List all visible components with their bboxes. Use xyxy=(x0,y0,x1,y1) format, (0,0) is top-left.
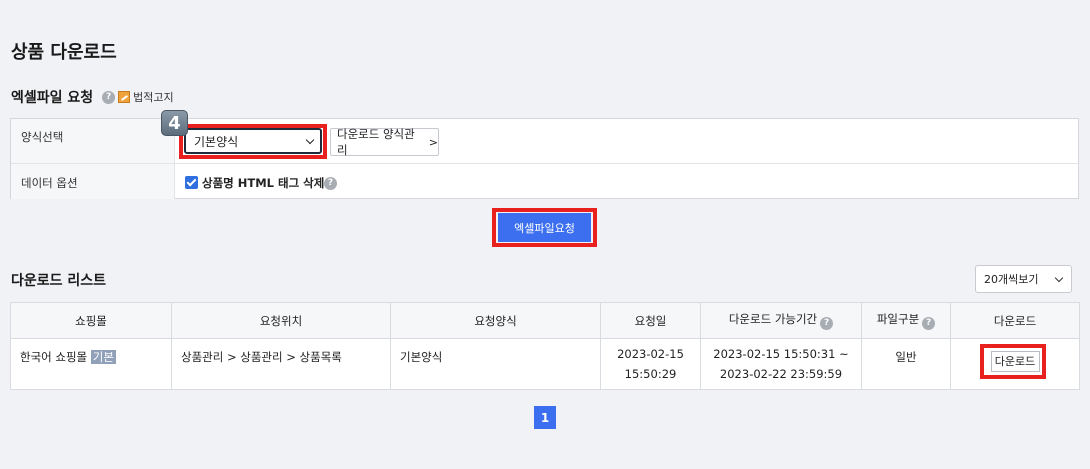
request-date: 2023-02-15 xyxy=(617,347,684,361)
col-header-file-type: 파일구분? xyxy=(861,302,951,339)
request-time: 15:50:29 xyxy=(624,367,677,381)
table-row: 한국어 쇼핑몰 기본 상품관리 > 상품관리 > 상품목록 기본양식 2023-… xyxy=(10,338,1080,390)
legal-notice-link[interactable]: 법적고지 xyxy=(118,89,174,105)
cell-request-date: 2023-02-15 15:50:29 xyxy=(600,338,701,390)
mall-name: 한국어 쇼핑몰 xyxy=(20,350,88,364)
period-end: 2023-02-22 23:59:59 xyxy=(719,367,843,381)
cell-mall: 한국어 쇼핑몰 기본 xyxy=(10,338,172,390)
legal-notice-label: 법적고지 xyxy=(133,91,174,104)
col-header-download: 다운로드 xyxy=(950,302,1080,339)
excel-request-button[interactable]: 엑셀파일요청 xyxy=(498,213,591,242)
data-option-label: 데이터 옵션 xyxy=(11,164,175,199)
strip-html-checkbox[interactable] xyxy=(185,176,198,189)
form-select-value: 기본양식 xyxy=(194,134,239,149)
cell-file-type: 일반 xyxy=(861,338,951,390)
cell-download: 다운로드 xyxy=(950,338,1080,390)
step-callout-badge: 4 xyxy=(161,110,188,136)
chevron-down-icon xyxy=(1054,273,1064,283)
table-header-row: 쇼핑몰 요청위치 요청양식 요청일 다운로드 가능기간? 파일구분? 다운로드 xyxy=(10,302,1080,339)
help-icon[interactable]: ? xyxy=(102,90,116,104)
col-header-location: 요청위치 xyxy=(171,302,391,339)
page-size-value: 20개씩보기 xyxy=(984,273,1039,286)
help-icon[interactable]: ? xyxy=(324,177,337,190)
page-title: 상품 다운로드 xyxy=(11,42,117,63)
chevron-right-icon: > xyxy=(428,135,438,149)
help-icon[interactable]: ? xyxy=(820,317,834,330)
cell-location: 상품관리 > 상품관리 > 상품목록 xyxy=(171,338,391,390)
download-button[interactable]: 다운로드 xyxy=(990,351,1040,372)
excel-request-title: 엑셀파일 요청 ? 법적고지 xyxy=(11,87,174,107)
chevron-down-icon xyxy=(305,135,315,145)
col-header-mall: 쇼핑몰 xyxy=(10,302,172,339)
manage-format-label: 다운로드 양식관리 xyxy=(337,127,415,157)
form-select-label: 양식선택 xyxy=(11,119,175,163)
page-size-select[interactable]: 20개씩보기 xyxy=(975,265,1072,293)
cell-format: 기본양식 xyxy=(390,338,601,390)
period-start: 2023-02-15 15:50:31 ~ xyxy=(713,347,849,361)
form-select-dropdown[interactable]: 기본양식 xyxy=(184,128,322,154)
gavel-icon xyxy=(118,91,131,103)
manage-format-button[interactable]: 다운로드 양식관리 > xyxy=(330,127,439,157)
help-icon[interactable]: ? xyxy=(922,317,936,330)
download-table: 쇼핑몰 요청위치 요청양식 요청일 다운로드 가능기간? 파일구분? 다운로드 … xyxy=(10,302,1080,390)
mall-basic-tag: 기본 xyxy=(90,350,116,364)
col-header-file-type-label: 파일구분 xyxy=(876,312,920,326)
download-list-title: 다운로드 리스트 xyxy=(11,273,107,289)
col-header-period-label: 다운로드 가능기간 xyxy=(728,312,818,326)
col-header-period: 다운로드 가능기간? xyxy=(700,302,862,339)
col-header-request-date: 요청일 xyxy=(600,302,701,339)
cell-period: 2023-02-15 15:50:31 ~ 2023-02-22 23:59:5… xyxy=(700,338,862,390)
col-header-format: 요청양식 xyxy=(390,302,601,339)
excel-request-title-text: 엑셀파일 요청 xyxy=(11,90,94,106)
pagination-page-1[interactable]: 1 xyxy=(534,406,556,429)
strip-html-label: 상품명 HTML 태그 삭제 xyxy=(202,176,325,190)
data-option-row: 데이터 옵션 xyxy=(11,164,1078,199)
